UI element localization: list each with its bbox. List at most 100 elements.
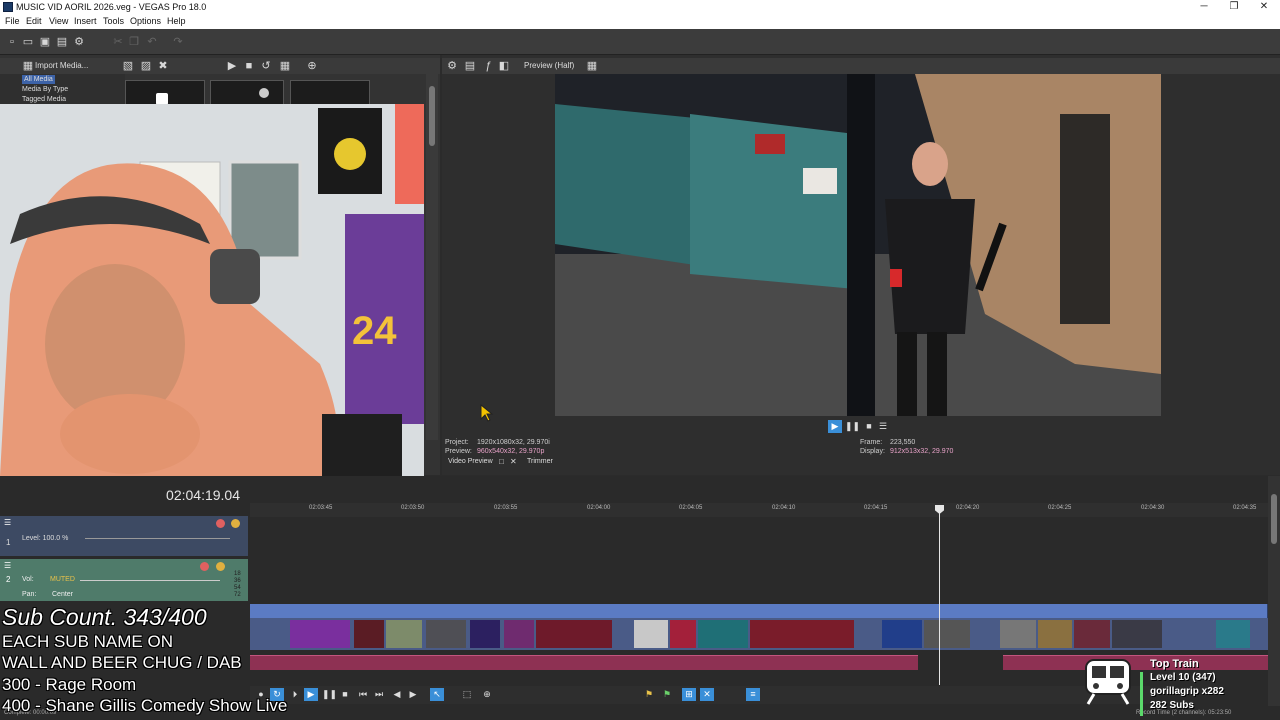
video-track-header[interactable]: ☰ 1 Level: 100.0 % bbox=[0, 516, 248, 556]
copy-icon[interactable]: ❐ bbox=[128, 36, 140, 48]
play-icon[interactable]: ▶ bbox=[304, 688, 318, 701]
webcam-feed: 24 bbox=[0, 104, 424, 476]
save-icon[interactable]: ▣ bbox=[39, 36, 51, 48]
pause-icon[interactable]: ❚❚ bbox=[845, 420, 860, 433]
track-number: 1 bbox=[6, 538, 11, 547]
auto-ripple-icon[interactable]: ≡ bbox=[746, 688, 760, 701]
previous-frame-icon[interactable]: ◀ bbox=[390, 688, 404, 701]
play-from-start-icon[interactable]: ⏵ bbox=[288, 688, 302, 701]
video-level-label: Level: 100.0 % bbox=[22, 535, 69, 542]
mute-icon[interactable] bbox=[200, 562, 209, 571]
go-to-end-icon[interactable]: ⏭ bbox=[372, 688, 386, 701]
overlay-line: 400 - Shane Gillis Comedy Show Live bbox=[2, 696, 288, 715]
menu-options[interactable]: Options bbox=[130, 14, 161, 29]
selection-tool-icon[interactable]: ⬚ bbox=[460, 688, 474, 701]
preview-side-strip bbox=[1268, 74, 1280, 440]
ruler-tick: 02:04:25 bbox=[1048, 505, 1072, 511]
menu-help[interactable]: Help bbox=[167, 14, 186, 29]
audio-event[interactable] bbox=[250, 655, 918, 670]
tab-video-preview[interactable]: Video Preview bbox=[448, 458, 493, 465]
playhead-line[interactable] bbox=[939, 505, 940, 685]
solo-icon[interactable] bbox=[231, 519, 240, 528]
import-media-icon[interactable]: ▦ bbox=[22, 60, 34, 72]
video-event-headers[interactable] bbox=[250, 604, 1268, 618]
timeline-ruler[interactable]: 02:03:45 02:03:50 02:03:55 02:04:00 02:0… bbox=[250, 503, 1268, 517]
ruler-tick: 02:04:15 bbox=[864, 505, 888, 511]
normal-edit-tool-icon[interactable]: ↖ bbox=[430, 688, 444, 701]
ruler-tick: 02:03:55 bbox=[494, 505, 518, 511]
preview-settings-gear-icon[interactable]: ⚙ bbox=[446, 60, 458, 72]
render-icon[interactable]: ▤ bbox=[56, 36, 68, 48]
get-media-icon[interactable]: ▨ bbox=[140, 60, 152, 72]
capture-icon[interactable]: ▧ bbox=[122, 60, 134, 72]
mute-icon[interactable] bbox=[216, 519, 225, 528]
new-file-icon[interactable]: ▫ bbox=[6, 36, 18, 48]
marker-icon[interactable]: ⚑ bbox=[642, 688, 656, 701]
view-options-icon[interactable]: ▦ bbox=[279, 60, 291, 72]
explorer-scrollbar[interactable] bbox=[426, 74, 438, 440]
import-media-button[interactable]: Import Media... bbox=[35, 61, 88, 70]
display-label: Display: bbox=[860, 448, 885, 455]
frame-value: 223,550 bbox=[890, 439, 916, 446]
video-event-thumbnails[interactable] bbox=[250, 618, 1268, 650]
tree-item-tagged-media[interactable]: Tagged Media bbox=[22, 95, 66, 104]
preview-menu-icon[interactable]: ☰ bbox=[876, 420, 890, 433]
tab-trimmer[interactable]: Trimmer bbox=[527, 458, 553, 465]
title-bar: MUSIC VID AORIL 2026.veg - VEGAS Pro 18.… bbox=[0, 0, 1280, 14]
auto-preview-icon[interactable]: ↺ bbox=[260, 60, 272, 72]
zoom-icon[interactable]: ⊕ bbox=[306, 60, 318, 72]
pan-label: Pan: bbox=[22, 591, 37, 598]
main-toolbar: ▫ ▭ ▣ ▤ ⚙ ✂ ❐ ↶ ↷ bbox=[0, 29, 1280, 55]
timecode-display[interactable]: 02:04:19.04 bbox=[0, 484, 248, 506]
stop-icon[interactable]: ■ bbox=[338, 688, 352, 701]
track-menu-icon[interactable]: ☰ bbox=[4, 518, 11, 527]
properties-gear-icon[interactable]: ⚙ bbox=[73, 36, 85, 48]
next-frame-icon[interactable]: ▶ bbox=[406, 688, 420, 701]
stop-icon[interactable]: ■ bbox=[862, 420, 876, 433]
overlays-grid-icon[interactable]: ▦ bbox=[586, 60, 598, 72]
level-slider[interactable] bbox=[85, 538, 230, 539]
region-icon[interactable]: ⚑ bbox=[660, 688, 674, 701]
go-to-start-icon[interactable]: ⏮ bbox=[356, 688, 370, 701]
vegas-app-icon bbox=[3, 2, 13, 12]
video-fx-icon[interactable]: ƒ bbox=[482, 60, 494, 72]
tree-item-all-media[interactable]: All Media bbox=[22, 75, 55, 84]
track-menu-icon[interactable]: ☰ bbox=[4, 561, 11, 570]
svg-text:24: 24 bbox=[352, 309, 397, 353]
audio-track-header[interactable]: ☰ 2 Vol: MUTED Pan: Center 18 36 54 72 bbox=[0, 559, 248, 601]
undock-icon[interactable]: □ bbox=[499, 457, 504, 466]
menu-edit[interactable]: Edit bbox=[26, 14, 42, 29]
split-screen-icon[interactable]: ◧ bbox=[498, 60, 510, 72]
volume-slider[interactable] bbox=[80, 580, 220, 581]
menu-view[interactable]: View bbox=[49, 14, 68, 29]
pause-icon[interactable]: ❚❚ bbox=[322, 688, 337, 701]
remove-media-icon[interactable]: ✖ bbox=[157, 60, 169, 72]
auto-crossfade-icon[interactable]: ✕ bbox=[700, 688, 714, 701]
menu-insert[interactable]: Insert bbox=[74, 14, 97, 29]
solo-icon[interactable] bbox=[216, 562, 225, 571]
stop-media-icon[interactable]: ■ bbox=[243, 60, 255, 72]
menu-bar: File Edit View Insert Tools Options Help bbox=[0, 14, 1280, 29]
project-label: Project: bbox=[445, 439, 469, 446]
tree-item-media-by-type[interactable]: Media By Type bbox=[22, 85, 68, 94]
preview-quality-dropdown[interactable]: Preview (Half) bbox=[524, 61, 574, 70]
menu-file[interactable]: File bbox=[5, 14, 20, 29]
snapping-icon[interactable]: ⊞ bbox=[682, 688, 696, 701]
project-properties-icon[interactable]: ▤ bbox=[464, 60, 476, 72]
zoom-tool-icon[interactable]: ⊕ bbox=[480, 688, 494, 701]
maximize-button[interactable]: ❐ bbox=[1218, 0, 1250, 14]
close-button[interactable]: ✕ bbox=[1248, 0, 1280, 14]
undo-icon[interactable]: ↶ bbox=[146, 36, 158, 48]
cut-icon[interactable]: ✂ bbox=[112, 36, 124, 48]
open-folder-icon[interactable]: ▭ bbox=[22, 36, 34, 48]
menu-tools[interactable]: Tools bbox=[103, 14, 124, 29]
overlay-line: EACH SUB NAME ON bbox=[2, 632, 173, 651]
redo-icon[interactable]: ↷ bbox=[172, 36, 184, 48]
play-icon[interactable]: ▶ bbox=[828, 420, 842, 433]
video-preview-toolbar: ⚙ ▤ ƒ ◧ Preview (Half) ▦ bbox=[442, 58, 1280, 74]
close-tab-icon[interactable]: ✕ bbox=[510, 457, 517, 466]
minimize-button[interactable]: ─ bbox=[1188, 0, 1220, 14]
webcam-image: 24 bbox=[0, 104, 424, 476]
play-media-icon[interactable]: ▶ bbox=[226, 60, 238, 72]
preview-frame-image bbox=[555, 74, 1161, 416]
